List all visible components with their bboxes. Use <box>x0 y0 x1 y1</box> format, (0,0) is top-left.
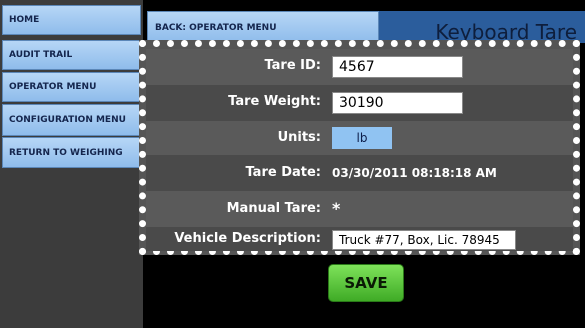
sidebar-item-label: CONFIGURATION MENU <box>9 115 126 125</box>
tare-weight-label: Tare Weight: <box>228 94 321 109</box>
sidebar-item-operator-menu[interactable]: OPERATOR MENU <box>2 72 141 102</box>
tare-weight-input[interactable]: 30190 <box>332 92 463 114</box>
sidebar-item-label: AUDIT TRAIL <box>9 50 73 60</box>
tare-id-label: Tare ID: <box>264 58 321 73</box>
vehicle-description-row: Vehicle Description: Truck #77, Box, Lic… <box>146 227 573 251</box>
back-button[interactable]: BACK: OPERATOR MENU <box>147 11 379 43</box>
tare-form-panel: Tare ID: 4567 Tare Weight: 30190 Units: … <box>139 40 580 255</box>
tare-weight-row: Tare Weight: 30190 <box>146 85 573 121</box>
save-button[interactable]: SAVE <box>328 264 404 302</box>
units-label: Units: <box>277 130 321 145</box>
units-selector[interactable]: lb <box>332 127 392 149</box>
sidebar-item-audit-trail[interactable]: AUDIT TRAIL <box>2 40 141 70</box>
title-bar: Keyboard Tare <box>379 11 585 44</box>
tare-date-row: Tare Date: 03/30/2011 08:18:18 AM <box>146 155 573 191</box>
tare-date-value: 03/30/2011 08:18:18 AM <box>332 166 497 180</box>
manual-tare-label: Manual Tare: <box>226 201 321 216</box>
sidebar-item-label: OPERATOR MENU <box>9 82 97 92</box>
sidebar-item-label: RETURN TO WEIGHING <box>9 147 123 158</box>
tare-date-label: Tare Date: <box>245 165 321 180</box>
vehicle-description-input[interactable]: Truck #77, Box, Lic. 78945 <box>332 230 516 250</box>
manual-tare-row: Manual Tare: * <box>146 191 573 227</box>
sidebar-item-home[interactable]: HOME <box>2 5 141 35</box>
manual-tare-value: * <box>332 199 341 218</box>
sidebar: HOME AUDIT TRAIL OPERATOR MENU CONFIGURA… <box>0 0 143 328</box>
sidebar-item-label: HOME <box>9 15 40 25</box>
tare-id-row: Tare ID: 4567 <box>146 49 573 85</box>
units-row: Units: lb <box>146 121 573 155</box>
vehicle-description-label: Vehicle Description: <box>174 231 321 246</box>
sidebar-item-configuration-menu[interactable]: CONFIGURATION MENU <box>2 104 141 136</box>
tare-id-input[interactable]: 4567 <box>332 56 463 78</box>
sidebar-item-return-to-weighing[interactable]: RETURN TO WEIGHING <box>2 137 141 168</box>
